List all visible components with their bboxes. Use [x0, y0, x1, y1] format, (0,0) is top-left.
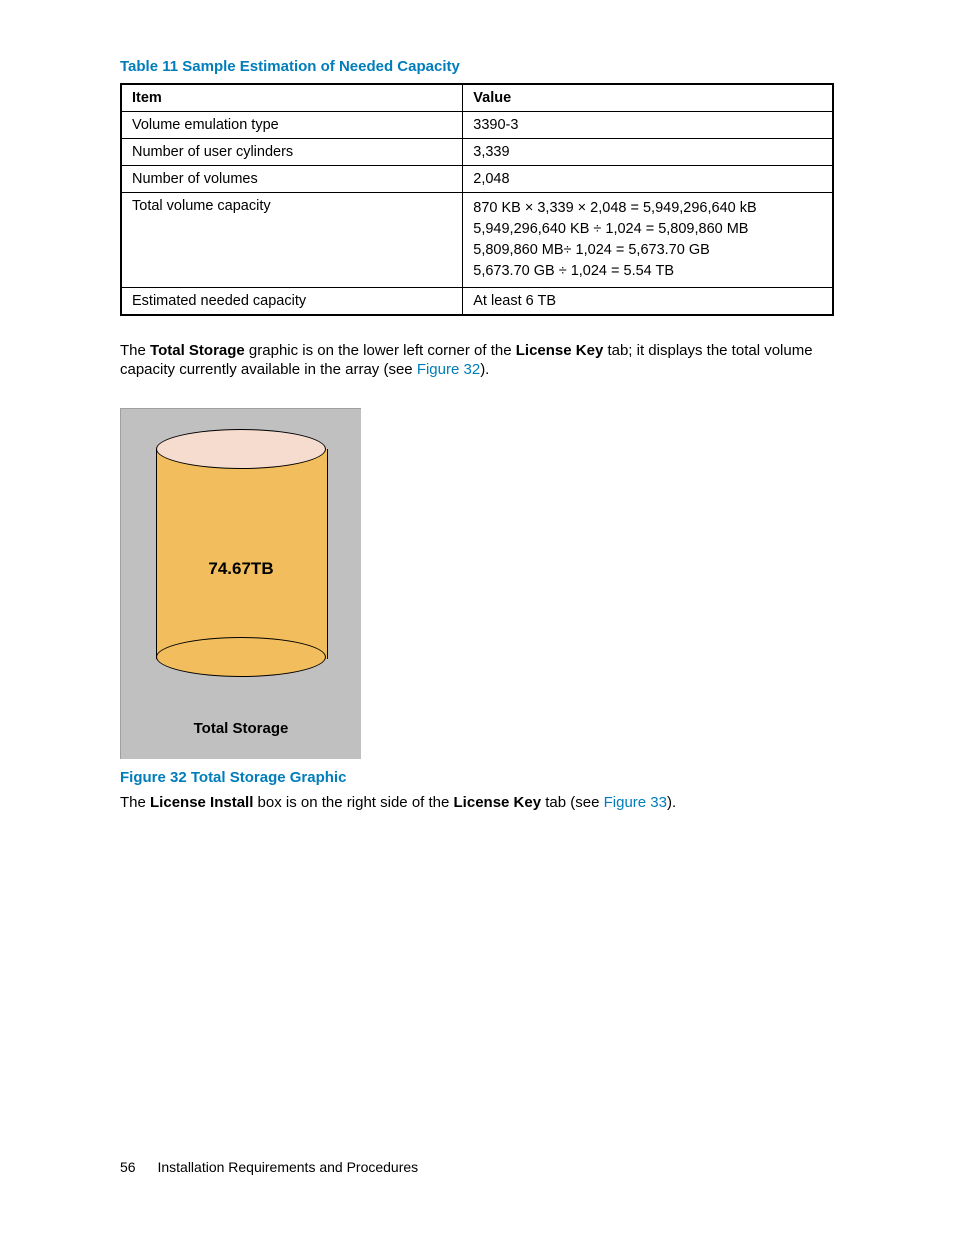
calc-line: 870 KB × 3,339 × 2,048 = 5,949,296,640 k…: [473, 198, 822, 219]
text: graphic is on the lower left corner of t…: [245, 342, 516, 359]
text: ).: [480, 361, 489, 378]
table-row: Estimated needed capacity At least 6 TB: [121, 288, 833, 316]
cell-value: At least 6 TB: [463, 288, 833, 316]
graphic-label: Total Storage: [121, 720, 361, 737]
text: box is on the right side of the: [253, 794, 453, 811]
table-header-row: Item Value: [121, 84, 833, 112]
cell-value: 870 KB × 3,339 × 2,048 = 5,949,296,640 k…: [463, 193, 833, 288]
cell-item: Estimated needed capacity: [121, 288, 463, 316]
table-row: Number of user cylinders 3,339: [121, 139, 833, 166]
cell-value: 3,339: [463, 139, 833, 166]
bold-text: License Key: [454, 794, 542, 811]
text: tab (see: [541, 794, 604, 811]
col-header-value: Value: [463, 84, 833, 112]
section-title: Installation Requirements and Procedures: [157, 1159, 418, 1175]
figure-caption: Figure 32 Total Storage Graphic: [120, 769, 834, 786]
page-number: 56: [120, 1159, 136, 1175]
cylinder-icon: 74.67TB: [156, 429, 326, 669]
cylinder-value-label: 74.67TB: [156, 559, 326, 579]
cell-item: Number of volumes: [121, 166, 463, 193]
page-footer: 56 Installation Requirements and Procedu…: [120, 1159, 418, 1175]
total-storage-graphic: 74.67TB Total Storage: [120, 408, 361, 759]
bold-text: Total Storage: [150, 342, 245, 359]
figure-link[interactable]: Figure 33: [604, 794, 667, 811]
text: The: [120, 342, 150, 359]
paragraph-total-storage: The Total Storage graphic is on the lowe…: [120, 342, 834, 380]
text: ).: [667, 794, 676, 811]
table-row: Number of volumes 2,048: [121, 166, 833, 193]
cell-item: Total volume capacity: [121, 193, 463, 288]
cell-item: Number of user cylinders: [121, 139, 463, 166]
bold-text: License Key: [516, 342, 604, 359]
table-row: Total volume capacity 870 KB × 3,339 × 2…: [121, 193, 833, 288]
calc-line: 5,949,296,640 KB ÷ 1,024 = 5,809,860 MB: [473, 219, 822, 240]
text: The: [120, 794, 150, 811]
bold-text: License Install: [150, 794, 253, 811]
figure-link[interactable]: Figure 32: [417, 361, 480, 378]
cell-value: 3390-3: [463, 112, 833, 139]
calc-line: 5,809,860 MB÷ 1,024 = 5,673.70 GB: [473, 240, 822, 261]
calc-line: 5,673.70 GB ÷ 1,024 = 5.54 TB: [473, 261, 822, 282]
capacity-table: Item Value Volume emulation type 3390-3 …: [120, 83, 834, 316]
table-row: Volume emulation type 3390-3: [121, 112, 833, 139]
cell-item: Volume emulation type: [121, 112, 463, 139]
col-header-item: Item: [121, 84, 463, 112]
paragraph-license-install: The License Install box is on the right …: [120, 794, 834, 811]
cell-value: 2,048: [463, 166, 833, 193]
table-caption: Table 11 Sample Estimation of Needed Cap…: [120, 58, 834, 75]
